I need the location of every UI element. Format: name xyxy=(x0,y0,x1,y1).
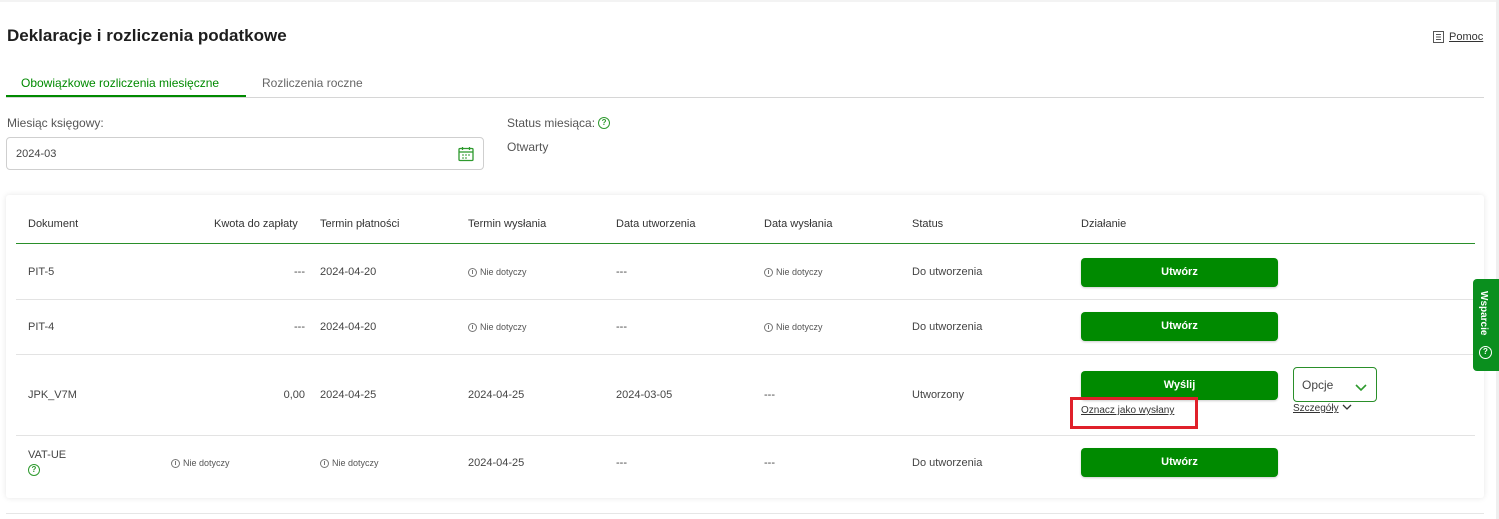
document-icon xyxy=(1433,31,1444,43)
tab-yearly[interactable]: Rozliczenia roczne xyxy=(262,76,363,90)
create-pit5-button[interactable]: Utwórz xyxy=(1081,258,1278,287)
row-pit4-send-deadline: Nie dotyczy xyxy=(468,322,527,332)
question-icon: ? xyxy=(1479,346,1492,359)
row-jpk-amount: 0,00 xyxy=(283,389,305,401)
row-pit5-payment-deadline: 2024-04-20 xyxy=(320,266,377,278)
row-vatue-payment-deadline: Nie dotyczy xyxy=(320,458,379,468)
info-icon xyxy=(171,458,180,468)
status-label: Status miesiąca: xyxy=(507,116,596,130)
row-pit5-amount: --- xyxy=(294,266,305,278)
row-pit4-sent: Nie dotyczy xyxy=(764,322,823,332)
row-jpk-document: JPK_V7M xyxy=(28,389,77,401)
header-send-deadline: Termin wysłania xyxy=(468,218,547,230)
header-amount: Kwota do zapłaty xyxy=(214,218,298,230)
header-action: Działanie xyxy=(1081,218,1127,230)
header-payment-deadline: Termin płatności xyxy=(320,218,400,230)
info-icon xyxy=(468,267,477,277)
row-jpk-payment-deadline: 2024-04-25 xyxy=(320,389,377,401)
row-divider xyxy=(16,299,1475,300)
row-vatue-amount: Nie dotyczy xyxy=(171,458,230,468)
create-pit4-button[interactable]: Utwórz xyxy=(1081,312,1278,341)
info-icon xyxy=(764,267,773,277)
chevron-down-icon xyxy=(1342,403,1352,414)
row-pit4-status: Do utworzenia xyxy=(912,321,983,333)
month-label: Miesiąc księgowy: xyxy=(7,116,104,130)
info-icon xyxy=(764,322,773,332)
help-link[interactable]: Pomoc xyxy=(1433,31,1483,43)
month-status-value: Otwarty xyxy=(507,140,549,154)
chevron-down-icon xyxy=(1355,379,1367,397)
row-jpk-created: 2024-03-05 xyxy=(616,389,673,401)
row-vatue-document: VAT-UE xyxy=(28,449,67,461)
row-pit5-status: Do utworzenia xyxy=(912,266,983,278)
header-created: Data utworzenia xyxy=(616,218,696,230)
info-icon xyxy=(320,458,329,468)
tab-monthly[interactable]: Obowiązkowe rozliczenia miesięczne xyxy=(21,76,219,90)
support-label: Wsparcie xyxy=(1478,291,1489,336)
row-pit5-sent: Nie dotyczy xyxy=(764,267,823,277)
support-tab[interactable]: Wsparcie ? xyxy=(1473,279,1499,371)
info-icon xyxy=(468,322,477,332)
header-document: Dokument xyxy=(28,218,79,230)
active-tab-indicator xyxy=(6,95,246,97)
row-vatue-sent: --- xyxy=(764,457,775,469)
header-sent: Data wysłania xyxy=(764,218,833,230)
help-label: Pomoc xyxy=(1449,31,1484,43)
row-pit5-created: --- xyxy=(616,266,627,278)
row-vatue-send-deadline: 2024-04-25 xyxy=(468,457,525,469)
row-divider xyxy=(16,435,1475,436)
calendar-icon[interactable] xyxy=(458,146,474,167)
tab-bar: Obowiązkowe rozliczenia miesięczne Rozli… xyxy=(6,68,1484,98)
row-pit4-created: --- xyxy=(616,321,627,333)
row-vatue-status: Do utworzenia xyxy=(912,457,983,469)
month-input[interactable]: 2024-03 xyxy=(6,137,484,170)
options-label: Opcje xyxy=(1302,378,1334,392)
row-jpk-send-deadline: 2024-04-25 xyxy=(468,389,525,401)
month-value: 2024-03 xyxy=(16,148,57,160)
row-jpk-sent: --- xyxy=(764,389,775,401)
row-jpk-status: Utworzony xyxy=(912,389,964,401)
send-jpk-button[interactable]: Wyślij xyxy=(1081,371,1278,400)
bottom-divider xyxy=(6,513,1484,514)
row-pit4-document: PIT-4 xyxy=(28,321,55,333)
create-vatue-button[interactable]: Utwórz xyxy=(1081,448,1278,477)
row-pit5-document: PIT-5 xyxy=(28,266,55,278)
row-vatue-created: --- xyxy=(616,457,627,469)
row-pit4-payment-deadline: 2024-04-20 xyxy=(320,321,377,333)
row-divider xyxy=(16,354,1475,355)
status-label-group: Status miesiąca: ? xyxy=(507,116,611,130)
question-icon[interactable]: ? xyxy=(598,117,611,129)
header-divider xyxy=(16,243,1475,244)
row-pit5-send-deadline: Nie dotyczy xyxy=(468,267,527,277)
header-status: Status xyxy=(912,218,944,230)
details-label: Szczegóły xyxy=(1293,403,1339,414)
highlight-box xyxy=(1070,397,1198,429)
details-toggle[interactable]: Szczegóły xyxy=(1293,403,1352,414)
page-title: Deklaracje i rozliczenia podatkowe xyxy=(7,26,287,45)
row-pit4-amount: --- xyxy=(294,321,305,333)
question-icon[interactable]: ? xyxy=(28,464,40,476)
options-dropdown[interactable]: Opcje xyxy=(1293,367,1377,402)
top-border xyxy=(0,0,1499,2)
